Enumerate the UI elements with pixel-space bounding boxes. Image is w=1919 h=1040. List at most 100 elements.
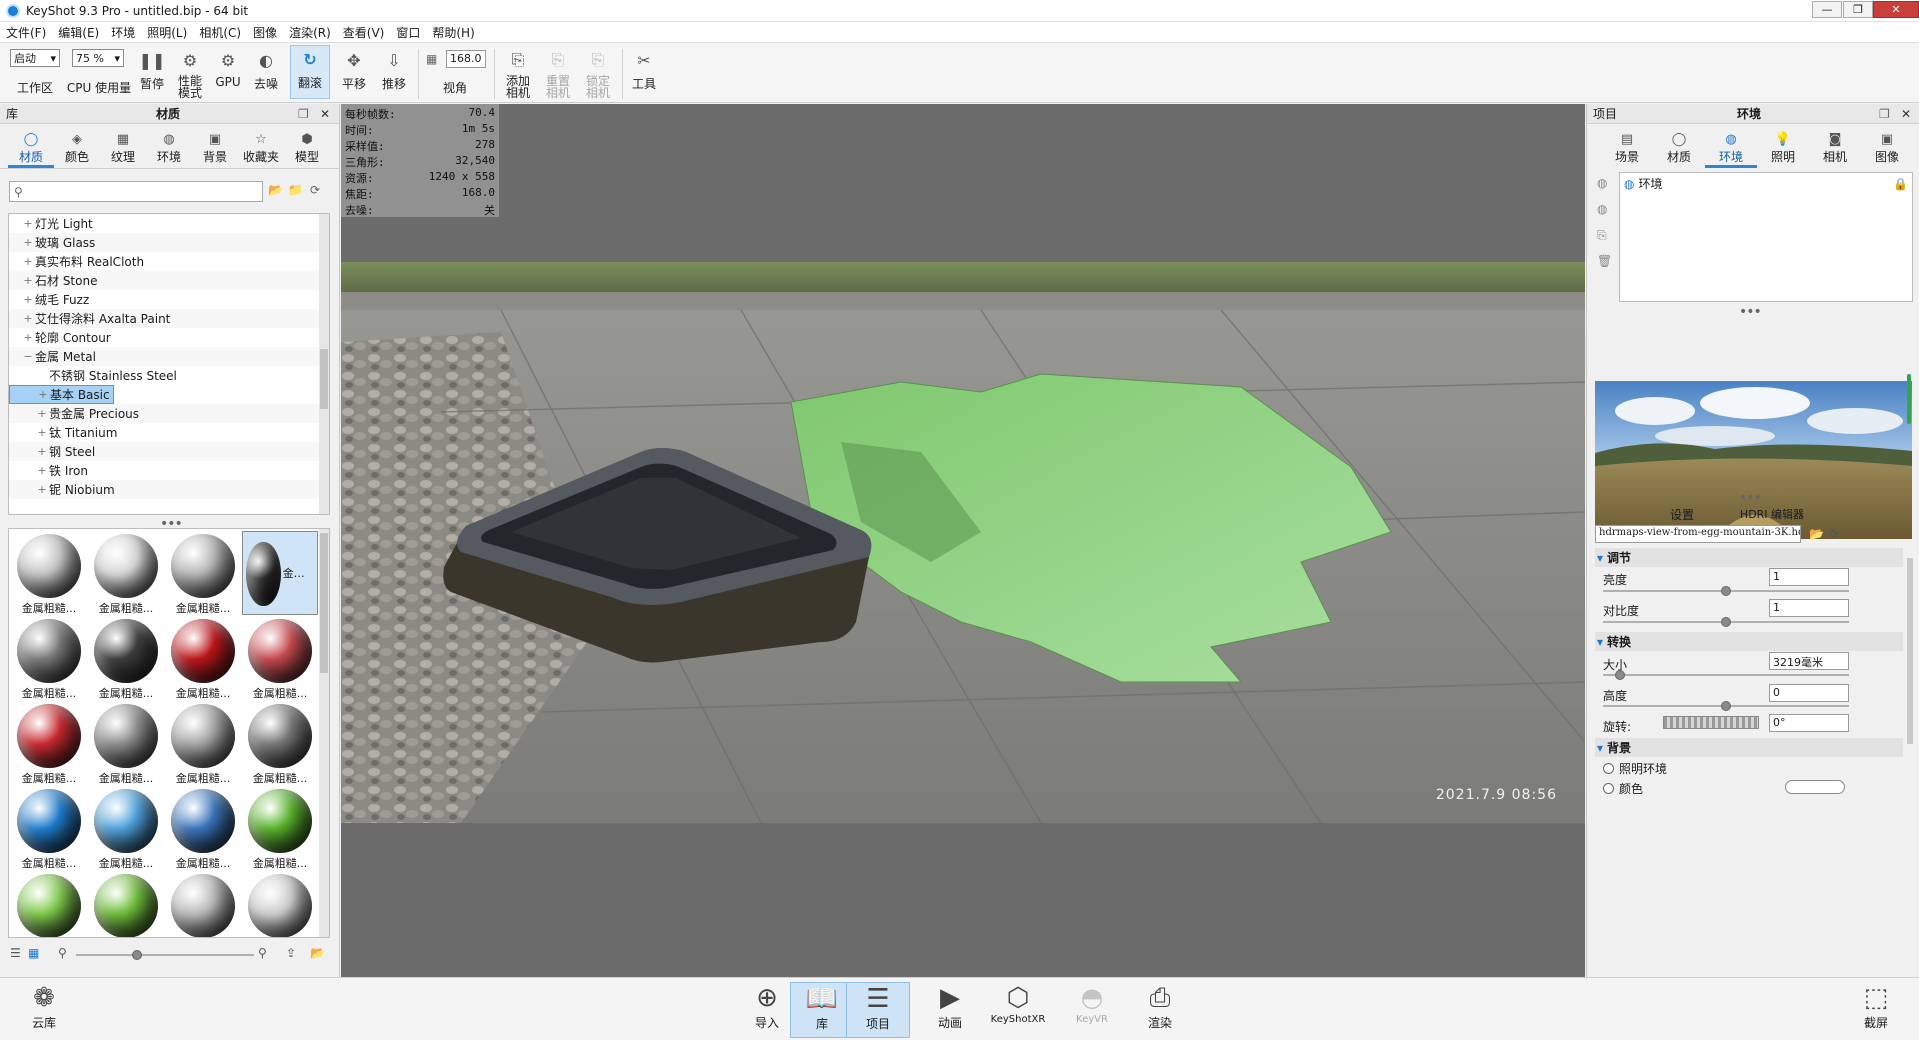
rotation-dial[interactable] — [1663, 716, 1759, 729]
tab-project-materials[interactable]: ◯ 材质 — [1653, 130, 1705, 168]
menu-lighting[interactable]: 照明(L) — [141, 24, 193, 41]
upload-icon[interactable]: ⇪ — [286, 946, 296, 960]
tree-item[interactable]: + 灯光 Light — [9, 214, 329, 233]
duplicate-environment-icon[interactable]: ◍ — [1597, 202, 1607, 216]
menu-render[interactable]: 渲染(R) — [283, 24, 337, 41]
material-thumbnail[interactable]: 金属粗糙... — [165, 701, 241, 785]
tumble-button[interactable]: ↻ 翻滚 — [290, 45, 330, 99]
tree-item[interactable]: + 钛 Titanium — [9, 423, 329, 442]
tab-textures[interactable]: ▦ 纹理 — [100, 130, 146, 168]
tab-favorites[interactable]: ☆ 收藏夹 — [238, 130, 284, 168]
bg-color-option[interactable]: 颜色 — [1603, 780, 1643, 797]
size-input[interactable]: 3219毫米 — [1769, 652, 1849, 670]
section-background[interactable]: ▾ 背景 — [1595, 738, 1903, 757]
list-item[interactable]: ◍ 环境 🔒 — [1620, 173, 1912, 194]
workspace-select[interactable]: 启动 ▾ — [10, 49, 60, 67]
add-environment-icon[interactable]: ◍ — [1597, 176, 1607, 190]
library-button[interactable]: 📖 库 — [790, 982, 854, 1038]
tab-models[interactable]: ⬢ 模型 — [284, 130, 330, 168]
expand-toggle-icon[interactable]: − — [21, 350, 35, 363]
menu-edit[interactable]: 编辑(E) — [52, 24, 105, 41]
expand-toggle-icon[interactable]: + — [21, 217, 35, 230]
refresh-icon[interactable]: ⟳ — [1829, 527, 1839, 541]
menu-help[interactable]: 帮助(H) — [426, 24, 480, 41]
material-thumbnail[interactable]: 金属粗糙... — [11, 531, 87, 615]
tree-item[interactable]: + 铁 Iron — [9, 461, 329, 480]
slider-knob[interactable] — [1721, 701, 1731, 711]
material-thumbnail[interactable]: 金属粗糙... — [242, 786, 318, 870]
section-transform[interactable]: ▾ 转换 — [1595, 632, 1903, 651]
menu-view[interactable]: 查看(V) — [337, 24, 391, 41]
undock-icon[interactable]: ❐ — [298, 107, 309, 121]
section-adjust[interactable]: ▾ 调节 — [1595, 548, 1903, 567]
tab-settings[interactable]: 设置 — [1647, 506, 1717, 527]
material-thumbnail[interactable]: 金属粗糙... — [242, 871, 318, 937]
library-search-input[interactable]: ⚲ — [9, 181, 263, 202]
expand-toggle-icon[interactable]: + — [21, 236, 35, 249]
material-thumbnail[interactable]: 金属粗糙... — [88, 701, 164, 785]
add-camera-button[interactable]: ⎘ 添加相机 — [500, 47, 536, 99]
material-thumbnail[interactable]: 金属粗糙... — [165, 786, 241, 870]
scrollbar-thumb[interactable] — [1907, 374, 1911, 424]
keyshotxr-button[interactable]: ⬡ KeyShotXR — [986, 982, 1050, 1038]
tab-hdri-editor[interactable]: HDRI 编辑器 — [1727, 506, 1817, 522]
lock-camera-button[interactable]: ⎘ 锁定相机 — [580, 47, 616, 99]
tab-materials[interactable]: ◯ 材质 — [8, 130, 54, 168]
env-settings-icon[interactable]: ⎘ — [1597, 228, 1607, 243]
slider-knob[interactable] — [1721, 617, 1731, 627]
tree-item[interactable]: + 真实布料 RealCloth — [9, 252, 329, 271]
material-thumbnail[interactable]: 金属粗糙... — [88, 531, 164, 615]
bg-lighting-env-option[interactable]: 照明环境 — [1603, 760, 1667, 777]
gpu-button[interactable]: ⚙ GPU — [212, 47, 244, 90]
tab-image[interactable]: ▣ 图像 — [1861, 130, 1913, 168]
pan-button[interactable]: ✥ 平移 — [336, 47, 372, 92]
tree-item[interactable]: + 石材 Stone — [9, 271, 329, 290]
splitter-handle[interactable]: ••• — [1739, 490, 1762, 506]
open-folder-icon[interactable]: 📂 — [268, 183, 283, 197]
cpu-usage-select[interactable]: 75 % ▾ — [72, 49, 124, 67]
material-thumbnail[interactable]: 金属粗糙... — [242, 616, 318, 700]
render-button[interactable]: ⎙ 渲染 — [1128, 982, 1192, 1038]
material-thumbnail[interactable]: 金属粗糙... — [242, 531, 318, 615]
close-button[interactable]: ✕ — [1873, 1, 1919, 18]
material-thumbnail[interactable]: 金属粗糙... — [165, 871, 241, 937]
keyvr-button[interactable]: ◓ KeyVR — [1060, 982, 1124, 1038]
tab-lighting[interactable]: 💡 照明 — [1757, 130, 1809, 168]
height-input[interactable]: 0 — [1769, 684, 1849, 702]
material-thumbnail[interactable]: 金属粗糙... — [11, 786, 87, 870]
material-thumbnail[interactable]: 金属粗糙... — [165, 616, 241, 700]
list-view-icon[interactable]: ☰ — [10, 946, 21, 960]
expand-toggle-icon[interactable]: + — [21, 312, 35, 325]
expand-toggle-icon[interactable]: + — [35, 426, 49, 439]
thumbnail-scrollbar[interactable] — [319, 529, 329, 937]
material-thumbnail[interactable]: 金属粗糙... — [11, 871, 87, 937]
size-slider[interactable] — [1603, 670, 1849, 680]
splitter-handle[interactable]: ••• — [1739, 304, 1762, 320]
project-button[interactable]: ☰ 项目 — [846, 982, 910, 1038]
close-panel-icon[interactable]: ✕ — [320, 107, 330, 121]
tab-camera[interactable]: ◙ 相机 — [1809, 130, 1861, 168]
contrast-slider[interactable] — [1603, 617, 1849, 627]
animation-button[interactable]: ▶ 动画 — [918, 982, 982, 1038]
material-thumbnail[interactable]: 金属粗糙... — [11, 616, 87, 700]
menu-camera[interactable]: 相机(C) — [193, 24, 247, 41]
material-thumbnail[interactable]: 金属粗糙... — [11, 701, 87, 785]
refresh-icon[interactable]: ⟳ — [310, 183, 320, 197]
undock-icon[interactable]: ❐ — [1879, 107, 1890, 121]
hdri-file-field[interactable]: hdrmaps-view-from-egg-mountain-3K.hdz — [1595, 525, 1801, 543]
scrollbar-thumb[interactable] — [320, 349, 328, 409]
tree-scrollbar[interactable] — [319, 214, 329, 514]
close-panel-icon[interactable]: ✕ — [1901, 107, 1911, 121]
material-thumbnail[interactable]: 金属粗糙... — [88, 616, 164, 700]
expand-toggle-icon[interactable]: + — [35, 407, 49, 420]
material-thumbnail[interactable]: 金属粗糙... — [165, 531, 241, 615]
tree-item[interactable]: + 钢 Steel — [9, 442, 329, 461]
slider-knob[interactable] — [132, 950, 142, 960]
thumbnail-size-slider[interactable] — [76, 950, 254, 960]
slider-knob[interactable] — [1614, 670, 1625, 680]
performance-mode-button[interactable]: ⚙ 性能模式 — [172, 47, 208, 100]
tree-item[interactable]: + 玻璃 Glass — [9, 233, 329, 252]
expand-toggle-icon[interactable]: + — [35, 445, 49, 458]
grid-view-icon[interactable]: ▦ — [28, 946, 39, 960]
tab-colors[interactable]: ◈ 颜色 — [54, 130, 100, 168]
